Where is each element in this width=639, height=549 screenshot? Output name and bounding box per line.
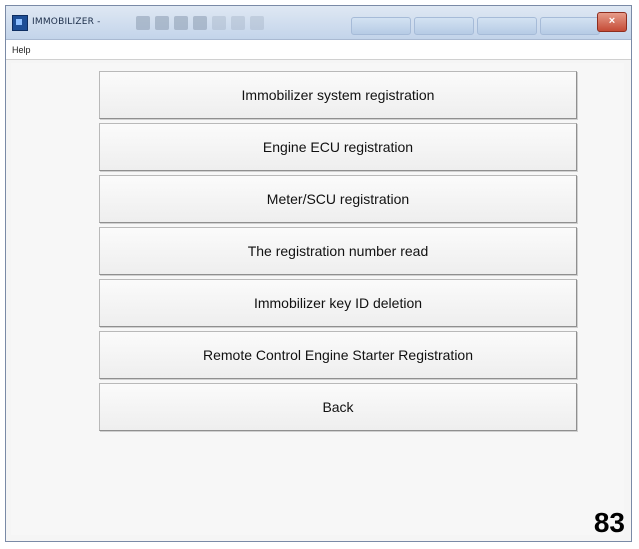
toolbar-icon[interactable]: [155, 16, 169, 30]
registration-number-read-button[interactable]: The registration number read: [99, 227, 577, 275]
toolbar-icon[interactable]: [231, 16, 245, 30]
remote-engine-starter-registration-button[interactable]: Remote Control Engine Starter Registrati…: [99, 331, 577, 379]
toolbar-icons: [136, 16, 264, 32]
immobilizer-system-registration-button[interactable]: Immobilizer system registration: [99, 71, 577, 119]
menu-item-help[interactable]: Help: [12, 45, 31, 55]
title-bar[interactable]: IMMOBILIZER - ×: [6, 6, 631, 40]
toolbar-icon[interactable]: [250, 16, 264, 30]
back-button[interactable]: Back: [99, 383, 577, 431]
toolbar-icon[interactable]: [212, 16, 226, 30]
title-tab[interactable]: [540, 17, 600, 35]
toolbar-icon[interactable]: [174, 16, 188, 30]
menu-bar: Help: [6, 40, 631, 60]
meter-scu-registration-button[interactable]: Meter/SCU registration: [99, 175, 577, 223]
main-panel: Immobilizer system registration Engine E…: [11, 63, 624, 535]
title-tab[interactable]: [477, 17, 537, 35]
page-number: 83: [593, 507, 625, 538]
immobilizer-key-id-deletion-button[interactable]: Immobilizer key ID deletion: [99, 279, 577, 327]
window-title: IMMOBILIZER -: [32, 17, 101, 27]
app-icon: [12, 15, 28, 31]
title-tab[interactable]: [351, 17, 411, 35]
title-tab[interactable]: [414, 17, 474, 35]
toolbar-icon[interactable]: [193, 16, 207, 30]
engine-ecu-registration-button[interactable]: Engine ECU registration: [99, 123, 577, 171]
toolbar-icon[interactable]: [136, 16, 150, 30]
app-window: IMMOBILIZER - × Help Immobilizer system …: [5, 5, 632, 542]
title-tabs: [351, 17, 600, 35]
button-list: Immobilizer system registration Engine E…: [99, 71, 577, 435]
close-button[interactable]: ×: [597, 12, 627, 32]
